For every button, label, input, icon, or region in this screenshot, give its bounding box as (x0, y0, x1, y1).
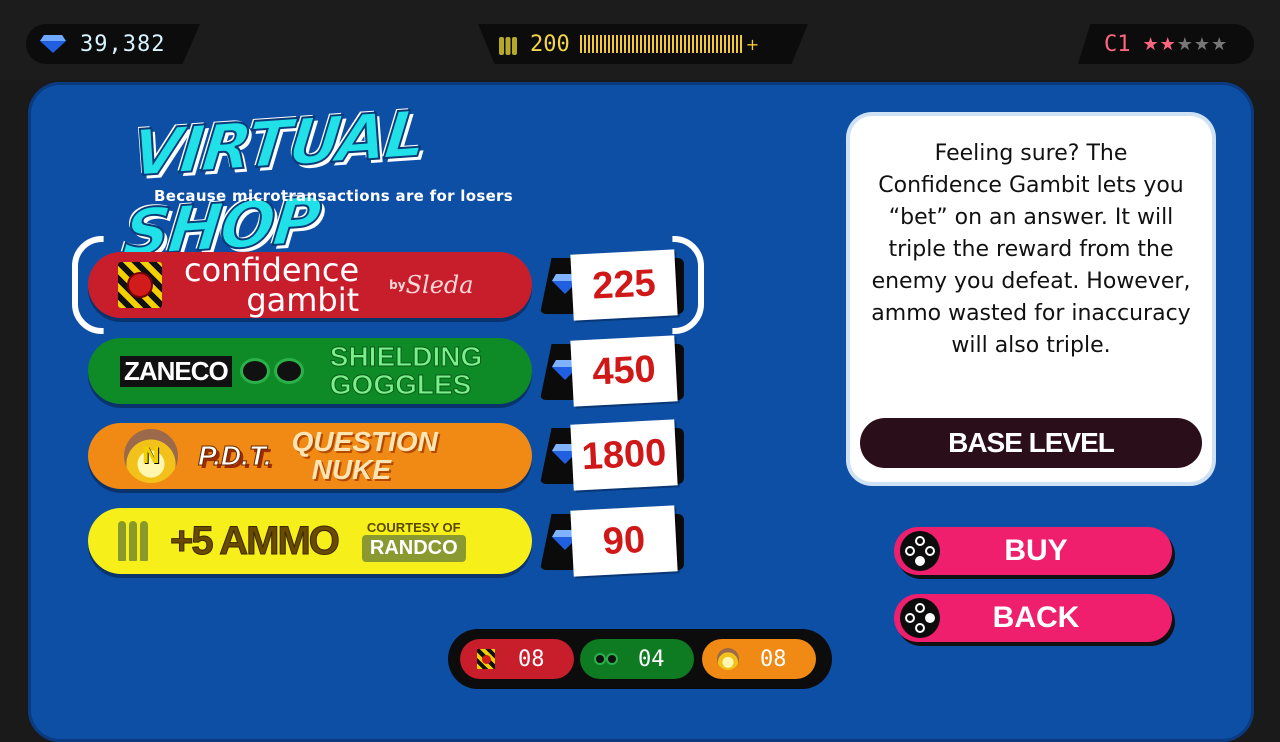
price-value: 90 (570, 505, 678, 577)
inventory-question-nuke: 08 (702, 639, 816, 679)
shop-item-question-nuke[interactable]: N P.D.T. QUESTION NUKE (88, 423, 532, 489)
rank-value: C1 (1104, 31, 1131, 57)
price-tag: 450 (540, 335, 684, 407)
item-name-line2: GOGGLES (329, 369, 472, 400)
price-tag: 90 (540, 505, 684, 577)
star-icon: ★ (1142, 33, 1160, 55)
item-by: by (389, 278, 406, 292)
level-label: BASE LEVEL (860, 418, 1202, 468)
gems-value: 39,382 (80, 31, 166, 57)
price-value: 225 (570, 249, 678, 321)
inventory-bar: 08 04 08 (448, 629, 832, 689)
price-value: 450 (570, 335, 678, 407)
controller-button-icon (900, 598, 940, 638)
back-button[interactable]: BACK (894, 594, 1172, 642)
courtesy-brand: RANDCO (361, 535, 466, 562)
price-tag: 225 (540, 249, 684, 321)
rank-stars: ★★★★★ (1143, 34, 1229, 55)
item-name: confidence gambit (184, 254, 360, 318)
inventory-count: 08 (760, 646, 787, 672)
controller-button-icon (900, 531, 940, 571)
bullets-icon (118, 521, 148, 561)
back-label: BACK (992, 601, 1080, 634)
star-icon: ★ (1159, 33, 1177, 55)
item-brand: ZANECO (120, 355, 232, 387)
inventory-count: 04 (638, 646, 665, 672)
alarm-button-icon (118, 262, 162, 308)
ammo-counter: 200 + (478, 24, 808, 64)
nuke-icon: N (124, 429, 178, 483)
goggles-icon (239, 358, 304, 384)
nuke-icon (716, 647, 740, 671)
item-name: +5 AMMO (170, 518, 341, 563)
buy-button[interactable]: BUY (894, 527, 1172, 575)
item-brand: P.D.T. (198, 440, 273, 472)
shop-item-shielding-goggles[interactable]: ZANECO SHIELDING GOGGLES (88, 338, 532, 404)
courtesy-label: COURTESY OF (366, 520, 461, 535)
shop-item-plus-five-ammo[interactable]: +5 AMMO COURTESY OF RANDCO (88, 508, 532, 574)
ammo-value: 200 (530, 31, 570, 57)
item-description-box: Feeling sure? The Confidence Gambit lets… (850, 116, 1212, 482)
item-courtesy: COURTESY OF RANDCO (361, 520, 466, 562)
star-icon: ★ (1176, 33, 1194, 55)
ammo-plus: + (745, 34, 760, 54)
inventory-count: 08 (518, 646, 545, 672)
shop-subtitle: Because microtransactions are for losers (154, 187, 513, 205)
inventory-shielding-goggles: 04 (580, 639, 694, 679)
item-name: QUESTION NUKE (292, 428, 438, 484)
star-icon: ★ (1211, 33, 1229, 55)
item-name-line2: NUKE (311, 454, 391, 485)
star-icon: ★ (1193, 33, 1212, 55)
item-name-line1: SHIELDING (329, 341, 483, 372)
shop-item-confidence-gambit[interactable]: confidence gambit by Sleda (88, 252, 532, 318)
rank-display: C1 ★★★★★ (1078, 24, 1254, 64)
item-name-line1: QUESTION (291, 426, 438, 457)
gem-icon (40, 35, 66, 53)
item-name: SHIELDING GOGGLES (329, 341, 483, 400)
gems-counter: 39,382 (26, 24, 200, 64)
item-description: Feeling sure? The Confidence Gambit lets… (871, 141, 1191, 358)
price-value: 1800 (570, 419, 678, 491)
goggles-icon (594, 647, 618, 671)
bullets-icon (499, 37, 517, 55)
shop-title: VIRTUAL SHOP (119, 97, 429, 273)
top-hud: 39,382 200 + C1 ★★★★★ (0, 0, 1280, 80)
shop-title-wrap: VIRTUAL SHOP (119, 97, 550, 273)
item-name-line2: gambit (246, 281, 360, 318)
alarm-button-icon (474, 647, 498, 671)
buy-label: BUY (1004, 534, 1068, 567)
ammo-meter (579, 35, 744, 53)
item-by-name: Sleda (405, 271, 474, 299)
inventory-confidence-gambit: 08 (460, 639, 574, 679)
price-tag: 1800 (540, 419, 684, 491)
